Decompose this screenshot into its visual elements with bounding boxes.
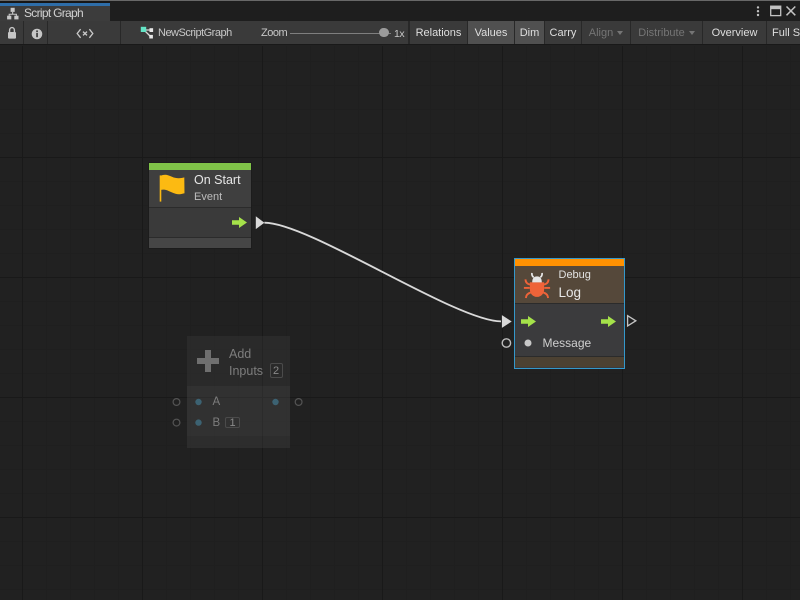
tab-bar: Script Graph (0, 0, 800, 21)
toolbar-buttons: Relations Values Dim Carry Align Distrib… (409, 21, 800, 44)
node-debug-title: Log (559, 285, 582, 300)
align-button[interactable]: Align (581, 21, 630, 44)
node-add-ports (187, 336, 290, 448)
lock-icon[interactable] (7, 26, 17, 40)
full-screen-button[interactable]: Full Screen (766, 21, 800, 44)
script-graph-icon (7, 7, 20, 20)
graph-name-label[interactable]: NewScriptGraph (158, 27, 232, 39)
trigger-output-arrow-icon[interactable] (601, 316, 616, 327)
dim-button[interactable]: Dim (514, 21, 544, 44)
node-on-start[interactable]: On Start Event (148, 162, 252, 249)
overview-button[interactable]: Overview (702, 21, 766, 44)
graph-canvas[interactable]: On Start Event Add Inputs 2 A B 1 (0, 46, 800, 600)
zoom-value: 1x (394, 28, 404, 40)
node-add-inputs[interactable]: Add Inputs 2 A B 1 (187, 336, 290, 448)
tab-title: Script Graph (24, 6, 83, 20)
info-icon[interactable] (31, 28, 43, 40)
canvas-grid (0, 46, 800, 600)
flag-icon (159, 174, 186, 203)
node-on-start-footer (149, 238, 251, 249)
distribute-button[interactable]: Distribute (630, 21, 702, 44)
node-debug-message-label: Message (543, 336, 592, 350)
zoom-slider-handle[interactable] (379, 28, 389, 38)
script-graph-window: Script Graph (0, 0, 800, 600)
relations-button[interactable]: Relations (409, 21, 467, 44)
code-variables-icon[interactable] (76, 28, 94, 39)
zoom-label: Zoom (261, 27, 287, 39)
trigger-input-arrow-icon[interactable] (521, 316, 536, 327)
dropdown-arrow-icon (617, 31, 623, 35)
node-on-start-title: On Start (194, 173, 241, 187)
graph-asset-icon (140, 26, 154, 40)
dropdown-arrow-icon (689, 31, 695, 35)
kebab-menu-icon[interactable] (755, 0, 761, 21)
node-debug-surtitle: Debug (559, 269, 591, 281)
carry-button[interactable]: Carry (544, 21, 581, 44)
tab-script-graph[interactable]: Script Graph (0, 1, 110, 21)
maximize-icon[interactable] (770, 0, 782, 21)
node-debug-footer (515, 357, 624, 368)
bug-icon (523, 270, 551, 300)
value-input-port-dot[interactable] (524, 339, 532, 347)
toolbar: NewScriptGraph Zoom 1x Relations Values … (0, 21, 800, 45)
node-debug-log[interactable]: Debug Log Message (514, 258, 625, 369)
values-button[interactable]: Values (467, 21, 514, 44)
zoom-slider-track[interactable] (290, 33, 391, 34)
node-debug-color-bar (515, 259, 624, 266)
node-on-start-subtitle: Event (194, 191, 222, 203)
close-icon[interactable] (785, 0, 797, 21)
trigger-output-arrow-icon[interactable] (232, 217, 247, 228)
